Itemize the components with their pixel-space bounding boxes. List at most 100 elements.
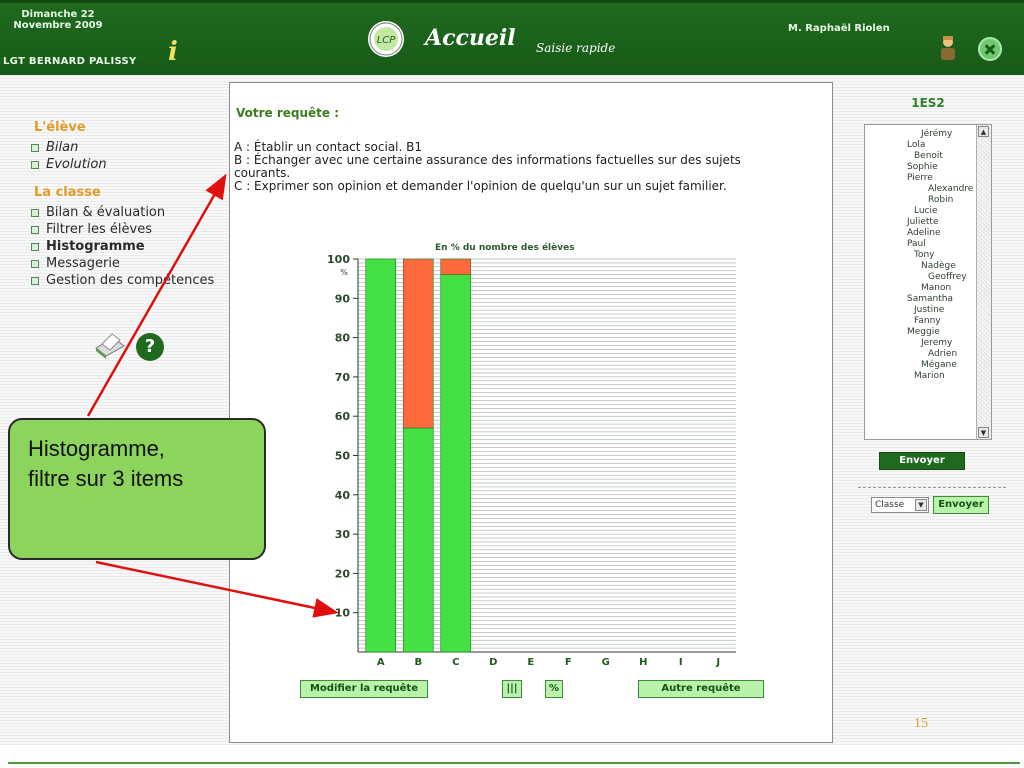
class-section-heading: La classe (34, 185, 101, 200)
y-unit-label: % (340, 268, 348, 277)
other-request-button[interactable]: Autre requête (638, 680, 764, 698)
x-tick-label: F (565, 657, 572, 668)
criterion-c: C : Exprimer son opinion et demander l'o… (234, 179, 727, 193)
y-tick-label: 80 (335, 332, 351, 345)
x-tick-label: H (639, 657, 647, 668)
student-item[interactable]: Manon (871, 283, 971, 294)
user-name: M. Raphaël Riolen (788, 23, 890, 34)
student-item[interactable]: Marion (871, 371, 971, 382)
callout-text: Histogramme, filtre sur 3 items (28, 434, 183, 494)
class-name: 1ES2 (911, 96, 945, 110)
x-tick-label: A (377, 657, 385, 668)
scroll-down-icon[interactable]: ▼ (978, 427, 989, 438)
x-tick-label: C (452, 657, 459, 668)
x-tick-label: G (602, 657, 610, 668)
student-item[interactable]: Tony (871, 250, 971, 261)
x-tick-label: J (715, 657, 720, 668)
slide-number: 15 (914, 716, 928, 731)
close-icon[interactable] (978, 37, 1002, 61)
callout-line-1: Histogramme, (28, 436, 165, 461)
send-selection-button[interactable]: Envoyer (879, 452, 965, 470)
student-item[interactable]: Robin (871, 195, 971, 206)
student-section-heading: L'élève (34, 120, 86, 135)
user-icon[interactable] (938, 35, 958, 65)
student-item[interactable]: Adrien (871, 349, 971, 360)
nav-item-histogramme[interactable]: Histogramme (28, 238, 228, 255)
class-menu: Bilan & évaluation Filtrer les élèves Hi… (28, 204, 228, 289)
bar-segment (440, 258, 472, 276)
student-item[interactable]: Geoffrey (871, 272, 971, 283)
nav-item-gestion-competences[interactable]: Gestion des compétences (28, 272, 228, 289)
percent-view-button[interactable]: % (545, 680, 563, 698)
y-tick-label: 100 (327, 253, 350, 266)
student-menu: Bilan Evolution (28, 139, 228, 173)
nav-item-filtrer-eleves[interactable]: Filtrer les élèves (28, 221, 228, 238)
right-panel: 1ES2 Jérémy Lola Benoit Sophie Pierre Alexand… (864, 96, 992, 440)
y-tick-label: 30 (335, 528, 351, 541)
nav-item-messagerie[interactable]: Messagerie (28, 255, 228, 272)
student-item[interactable]: Paul (871, 239, 971, 250)
y-tick-label: 70 (335, 371, 351, 384)
student-names: Jérémy Lola Benoit Sophie Pierre Alexandre Rob… (871, 129, 973, 382)
student-item[interactable]: Meggie (871, 327, 971, 338)
info-icon[interactable]: i (168, 37, 178, 67)
left-navigation: L'élève Bilan Evolution La classe Bilan … (28, 120, 228, 301)
student-item[interactable]: Adeline (871, 228, 971, 239)
callout-line-2: filtre sur 3 items (28, 466, 184, 491)
request-title: Votre requête : (236, 106, 340, 120)
y-tick-label: 60 (335, 410, 351, 423)
student-item[interactable]: Pierre (871, 173, 971, 184)
modify-request-button[interactable]: Modifier la requête (300, 680, 428, 698)
bar-segment (402, 258, 434, 429)
nav-item-bilan-evaluation[interactable]: Bilan & évaluation (28, 204, 228, 221)
y-tick-label: 90 (335, 292, 351, 305)
app-logo[interactable]: LCP (368, 21, 404, 57)
group-select[interactable]: Classe ▼ (871, 497, 929, 513)
school-name: LGT BERNARD PALISSY (3, 56, 137, 67)
nav-item-evolution[interactable]: Evolution (28, 156, 228, 173)
student-item[interactable]: Juliette (871, 217, 971, 228)
student-item[interactable]: Alexandre (871, 184, 973, 195)
student-item[interactable]: Mégane (871, 360, 971, 371)
main-panel: Votre requête : A : Établir un contact s… (229, 82, 833, 743)
student-item[interactable]: Benoit (871, 151, 971, 162)
y-tick-label: 20 (335, 567, 351, 580)
y-tick-label: 40 (335, 489, 351, 502)
app-header: Dimanche 22 Novembre 2009 LGT BERNARD PA… (0, 0, 1024, 75)
student-list[interactable]: Jérémy Lola Benoit Sophie Pierre Alexandre Rob… (864, 124, 992, 440)
current-date: Dimanche 22 Novembre 2009 (13, 9, 103, 31)
student-item[interactable]: Jeremy (871, 338, 971, 349)
criterion-b: B : Échanger avec une certaine assurance… (234, 153, 741, 180)
print-icon[interactable] (92, 330, 128, 364)
y-tick-label: 10 (335, 607, 351, 620)
bar-segment (402, 427, 434, 653)
student-item[interactable]: Justine (871, 305, 971, 316)
y-tick-label: 50 (335, 450, 351, 463)
x-tick-label: E (527, 657, 534, 668)
group-select-value: Classe (875, 500, 905, 510)
student-item[interactable]: Samantha (871, 294, 971, 305)
page-subtitle: Saisie rapide (536, 41, 616, 55)
x-tick-label: B (414, 657, 422, 668)
footer-line (8, 762, 1020, 764)
page-title: Accueil (425, 25, 516, 51)
histogram-chart: 10 20 30 40 50 60 70 80 90 100% A B C D E F G H I J (327, 253, 736, 668)
nav-item-bilan[interactable]: Bilan (28, 139, 228, 156)
student-item[interactable]: Nadège (871, 261, 971, 272)
student-item[interactable]: Lola (871, 140, 971, 151)
student-item[interactable]: Jérémy (871, 129, 971, 140)
request-criteria: A : Établir un contact social. B1 B : Éc… (234, 141, 794, 193)
x-tick-label: D (489, 657, 497, 668)
student-item[interactable]: Lucie (871, 206, 971, 217)
panel-divider (858, 487, 1006, 488)
chevron-down-icon[interactable]: ▼ (915, 499, 927, 511)
student-list-scrollbar[interactable]: ▲ ▼ (976, 125, 991, 439)
student-item[interactable]: Fanny (871, 316, 971, 327)
x-tick-label: I (679, 657, 683, 668)
scroll-up-icon[interactable]: ▲ (978, 126, 989, 137)
student-item[interactable]: Sophie (871, 162, 971, 173)
annotation-callout: Histogramme, filtre sur 3 items (8, 418, 266, 560)
send-group-button[interactable]: Envoyer (933, 496, 989, 514)
help-icon[interactable]: ? (136, 333, 164, 361)
bar-view-button[interactable]: ||| (502, 680, 522, 698)
